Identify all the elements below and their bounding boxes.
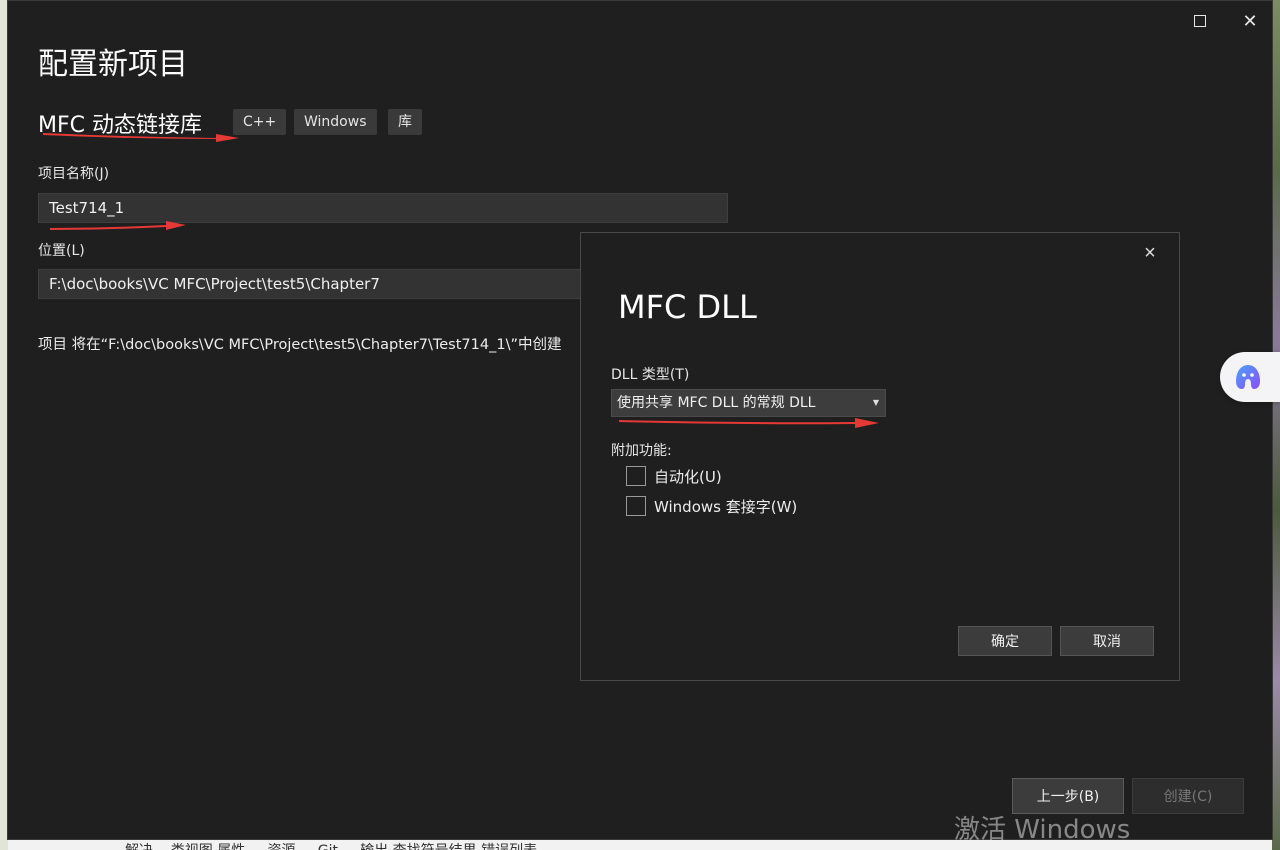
assistant-button[interactable]: [1220, 352, 1280, 402]
ide-bottom-tabs[interactable]: 解决... 类视图 属性 ... 资源 ... Git ... 输出 查找符号结…: [125, 840, 537, 850]
maximize-icon: [1194, 14, 1206, 27]
tag-windows: Windows: [294, 109, 377, 135]
dll-type-value: 使用共享 MFC DLL 的常规 DLL: [617, 395, 816, 411]
annotation-arrow-template: [43, 133, 239, 142]
dialog-title: MFC DLL: [618, 288, 757, 326]
maximize-button[interactable]: [1185, 9, 1215, 33]
desktop-background-right: [1272, 0, 1280, 850]
activate-windows-watermark: 激活 Windows: [954, 815, 1131, 845]
windows-sockets-checkbox[interactable]: [626, 496, 646, 516]
annotation-arrow-project-name: [50, 221, 186, 230]
dialog-close-button[interactable]: ×: [1138, 241, 1162, 265]
ok-button[interactable]: 确定: [958, 626, 1052, 656]
automation-checkbox[interactable]: [626, 466, 646, 486]
cancel-button[interactable]: 取消: [1060, 626, 1154, 656]
chevron-down-icon: ▼: [872, 398, 879, 407]
project-name-label: 项目名称(J): [38, 166, 110, 182]
create-button[interactable]: 创建(C): [1132, 778, 1244, 814]
mfc-dll-dialog: × MFC DLL DLL 类型(T) 使用共享 MFC DLL 的常规 DLL…: [580, 232, 1180, 681]
windows-sockets-label: Windows 套接字(W): [654, 498, 798, 516]
features-label: 附加功能:: [611, 443, 672, 459]
close-icon: ✕: [1242, 11, 1258, 31]
close-icon: ×: [1144, 242, 1156, 264]
project-path-note: 项目 将在“F:\doc\books\VC MFC\Project\test5\…: [38, 337, 562, 353]
assistant-icon: [1236, 365, 1260, 389]
dll-type-select[interactable]: 使用共享 MFC DLL 的常规 DLL ▼: [611, 389, 886, 417]
close-button[interactable]: ✕: [1235, 9, 1265, 33]
page-title: 配置新项目: [38, 47, 188, 82]
automation-label: 自动化(U): [654, 468, 722, 486]
tag-library: 库: [388, 109, 422, 135]
location-input[interactable]: F:\doc\books\VC MFC\Project\test5\Chapte…: [38, 269, 598, 299]
location-label: 位置(L): [38, 243, 85, 259]
dll-type-label: DLL 类型(T): [611, 367, 690, 383]
annotation-arrow-dll-type: [619, 418, 879, 428]
